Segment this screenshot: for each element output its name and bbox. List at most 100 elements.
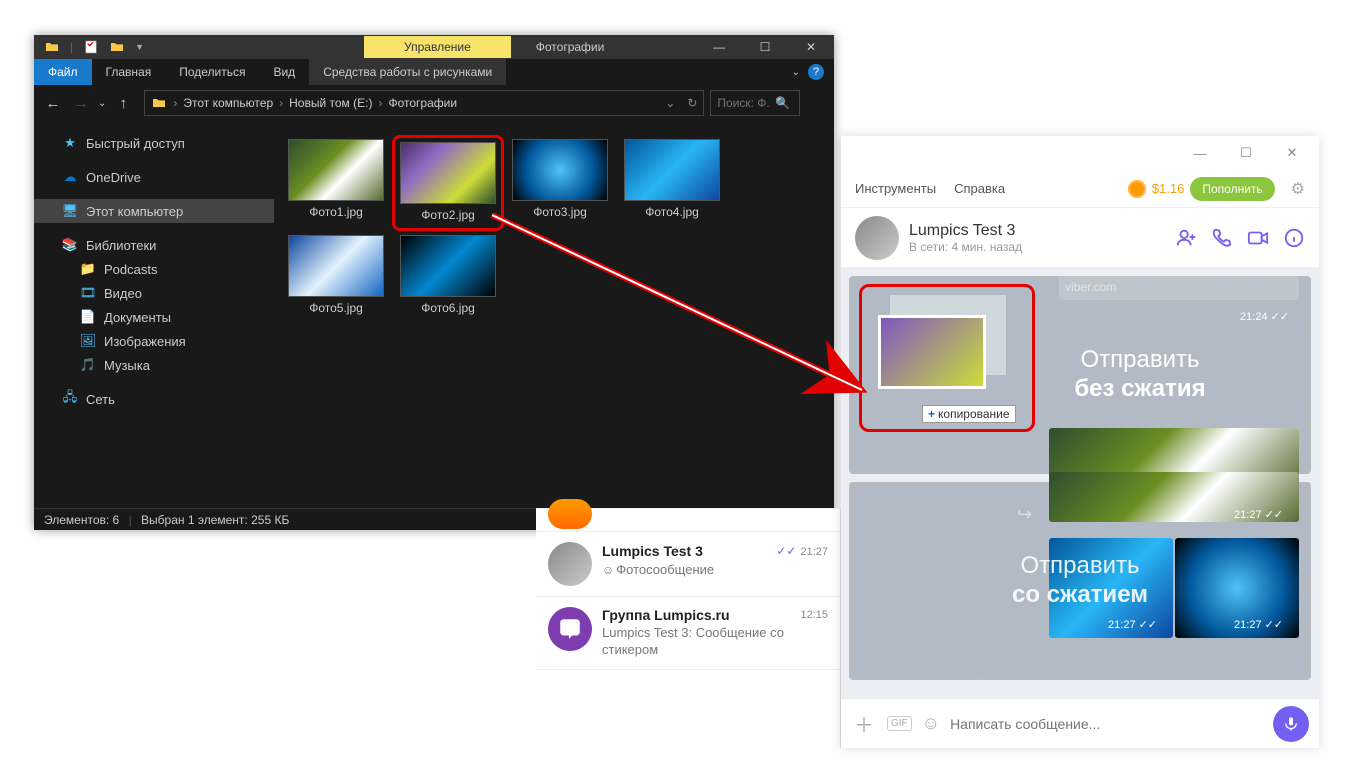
message-input[interactable] (950, 716, 1263, 732)
nav-documents[interactable]: 📄Документы (34, 305, 274, 329)
drop-zone-label: Отправитьбез сжатия (1074, 346, 1205, 404)
file-item[interactable]: Фото3.jpg (504, 135, 616, 231)
folder-icon: 📁 (80, 261, 96, 277)
avatar[interactable] (855, 216, 899, 260)
drag-preview-highlight: +копирование (859, 284, 1035, 432)
nav-back-button[interactable]: ← (42, 95, 64, 112)
nav-this-pc[interactable]: 🖥Этот компьютер (34, 199, 274, 223)
drop-zone-no-compress[interactable]: viber.com 21:24✓✓ +копирование Отправить… (849, 276, 1311, 474)
ribbon-file-tab[interactable]: Файл (34, 59, 92, 85)
read-ticks-icon: ✓✓ (1271, 310, 1289, 323)
file-explorer-window: | ▼ Управление Фотографии — ☐ ✕ Файл Гла… (34, 35, 834, 530)
ribbon-share-tab[interactable]: Поделиться (165, 59, 259, 85)
microphone-icon (1283, 716, 1299, 732)
ribbon-collapse-icon[interactable]: ⌄ (792, 67, 800, 78)
nav-forward-button[interactable]: → (70, 95, 92, 112)
message-link-preview: viber.com (1059, 274, 1299, 300)
qat-dropdown-icon[interactable]: ▼ (135, 42, 144, 52)
file-thumbnail (512, 139, 608, 201)
conversation-name: Группа Lumpics.ru (602, 607, 730, 623)
topup-button[interactable]: Пополнить (1190, 177, 1274, 201)
minimize-button[interactable]: — (696, 35, 742, 59)
message-input-bar: ＋ GIF ☺ (841, 698, 1319, 748)
nav-music[interactable]: 🎵Музыка (34, 353, 274, 377)
folder-icon (151, 95, 167, 111)
file-list-area[interactable]: Фото1.jpg Фото2.jpg Фото3.jpg Фото4.jpg … (274, 121, 834, 508)
search-box[interactable]: 🔍 (710, 90, 800, 116)
file-item[interactable]: Фото4.jpg (616, 135, 728, 231)
viber-titlebar[interactable]: — ☐ ✕ (841, 136, 1319, 170)
navigation-pane: ★Быстрый доступ ☁OneDrive 🖥Этот компьюте… (34, 121, 274, 508)
ribbon-view-tab[interactable]: Вид (259, 59, 309, 85)
nav-recent-dropdown[interactable]: ⌄ (98, 98, 106, 109)
close-button[interactable]: ✕ (1269, 138, 1315, 168)
file-thumbnail (400, 235, 496, 297)
ribbon-picture-tools-tab[interactable]: Средства работы с рисунками (309, 59, 506, 85)
message-time: 21:27✓✓ (1234, 618, 1283, 631)
status-item-count: Элементов: 6 (44, 513, 119, 527)
nav-onedrive[interactable]: ☁OneDrive (34, 165, 274, 189)
gear-icon[interactable]: ⚙ (1291, 179, 1305, 199)
file-name: Фото6.jpg (421, 301, 475, 315)
refresh-icon[interactable]: ↻ (687, 96, 697, 110)
help-icon[interactable]: ? (808, 64, 824, 80)
nav-libraries[interactable]: 📚Библиотеки (34, 233, 274, 257)
ribbon-home-tab[interactable]: Главная (92, 59, 166, 85)
chat-messages-area[interactable]: viber.com 21:24✓✓ +копирование Отправить… (841, 268, 1319, 698)
conversation-item[interactable]: Lumpics Test 3✓✓21:27 ☺Фотосообщение (536, 532, 840, 597)
conversation-preview: Lumpics Test 3: Сообщение со стикером (602, 625, 828, 659)
nav-images[interactable]: 🖼Изображения (34, 329, 274, 353)
file-name: Фото4.jpg (645, 205, 699, 219)
close-button[interactable]: ✕ (788, 35, 834, 59)
search-input[interactable] (717, 96, 771, 110)
breadcrumb-folder[interactable]: Фотографии (388, 96, 457, 110)
gif-icon[interactable]: GIF (887, 716, 912, 731)
nav-quick-access[interactable]: ★Быстрый доступ (34, 131, 274, 155)
address-dropdown-icon[interactable]: ⌄ (665, 96, 675, 110)
conversation-time: 21:27 (800, 546, 828, 558)
conversation-name: Lumpics Test 3 (602, 543, 703, 559)
conversation-item[interactable]: Группа Lumpics.ru 12:15 Lumpics Test 3: С… (536, 597, 840, 670)
forward-icon[interactable]: ↪ (1017, 504, 1032, 525)
read-ticks-icon: ✓✓ (1265, 508, 1283, 521)
conversation-time: 12:15 (800, 609, 828, 621)
info-icon[interactable] (1283, 227, 1305, 249)
file-item-selected[interactable]: Фото2.jpg (392, 135, 504, 231)
menu-help[interactable]: Справка (954, 181, 1005, 196)
video-call-icon[interactable] (1247, 227, 1269, 249)
breadcrumb-thispc[interactable]: Этот компьютер (183, 96, 273, 110)
new-folder-icon[interactable] (109, 39, 125, 55)
voice-message-button[interactable] (1273, 706, 1309, 742)
nav-network[interactable]: 🖧Сеть (34, 387, 274, 411)
drop-zone-compress[interactable]: 21:27✓✓ ↪ 21:27✓✓ 21:27✓✓ Отправитьсо сж… (849, 482, 1311, 680)
window-controls: — ☐ ✕ (696, 35, 834, 59)
nav-videos[interactable]: 🎞Видео (34, 281, 274, 305)
file-thumbnail (288, 235, 384, 297)
maximize-button[interactable]: ☐ (742, 35, 788, 59)
maximize-button[interactable]: ☐ (1223, 138, 1269, 168)
file-item[interactable]: Фото1.jpg (280, 135, 392, 231)
sticker-icon[interactable]: ☺ (922, 713, 940, 734)
nav-up-button[interactable]: ↑ (112, 95, 134, 112)
add-contact-icon[interactable] (1175, 227, 1197, 249)
conversation-item[interactable] (536, 508, 840, 532)
file-item[interactable]: Фото5.jpg (280, 231, 392, 327)
file-thumbnail (288, 139, 384, 201)
avatar (548, 607, 592, 651)
call-icon[interactable] (1211, 227, 1233, 249)
avatar (548, 499, 592, 529)
minimize-button[interactable]: — (1177, 138, 1223, 168)
network-icon: 🖧 (62, 391, 78, 407)
nav-podcasts[interactable]: 📁Podcasts (34, 257, 274, 281)
breadcrumb-volume[interactable]: Новый том (E:) (289, 96, 372, 110)
attach-icon[interactable]: ＋ (851, 711, 877, 737)
menu-tools[interactable]: Инструменты (855, 181, 936, 196)
star-icon: ★ (62, 135, 78, 151)
search-icon[interactable]: 🔍 (775, 96, 790, 110)
explorer-titlebar[interactable]: | ▼ Управление Фотографии — ☐ ✕ (34, 35, 834, 59)
coin-icon (1128, 180, 1146, 198)
address-bar[interactable]: › Этот компьютер › Новый том (E:) › Фото… (144, 90, 704, 116)
properties-icon[interactable] (83, 39, 99, 55)
chat-contact-status: В сети: 4 мин. назад (909, 240, 1165, 254)
file-item[interactable]: Фото6.jpg (392, 231, 504, 327)
